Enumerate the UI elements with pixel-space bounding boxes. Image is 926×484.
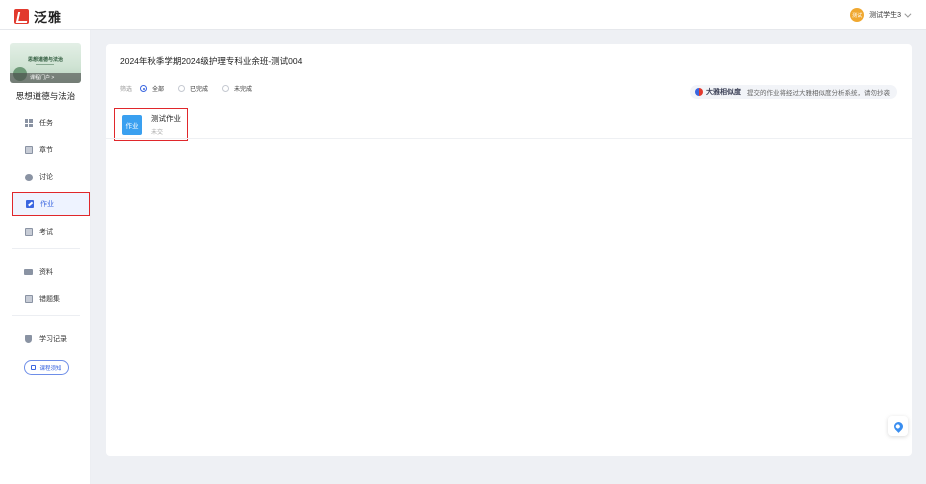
similarity-notice: 大雅相似度 提交的作业将经过大雅相似度分析系统，请勿抄袭	[690, 85, 897, 99]
cover-title: 思想道德与法治	[27, 57, 63, 63]
homework-title: 测试作业	[151, 114, 181, 123]
page-title: 2024年秋季学期2024级护理专科业余班-测试004	[120, 56, 303, 66]
filter-option-label: 全部	[152, 87, 165, 93]
homework-item[interactable]: 作业 测试作业 未交	[114, 108, 188, 141]
sidebar-item-label: 学习记录	[39, 336, 67, 343]
exam-icon	[24, 228, 33, 237]
course-notice-label: 课程须知	[39, 365, 62, 372]
pencil-icon	[25, 200, 34, 209]
sidebar-item-task[interactable]: 任务	[12, 113, 90, 133]
sidebar: 思想道德与法治 课程门户 > 思想道德与法治 任务 章节 讨论 作业 考试 资料…	[0, 30, 91, 484]
list-divider	[106, 138, 912, 139]
sidebar-item-label: 考试	[39, 229, 53, 236]
top-bar: 泛雅 测试 测试学生3	[0, 0, 926, 30]
sidebar-divider	[12, 315, 80, 316]
avatar: 测试	[850, 8, 865, 22]
sidebar-item-homework[interactable]: 作业	[12, 192, 90, 216]
logo-text: 泛雅	[34, 10, 63, 25]
grid-icon	[24, 119, 33, 128]
filter-option-label: 已完成	[190, 87, 209, 93]
sidebar-item-materials[interactable]: 资料	[12, 262, 90, 282]
sidebar-item-label: 任务	[39, 120, 53, 127]
assistant-button[interactable]	[888, 416, 908, 436]
filter-all-radio[interactable]: 全部	[140, 84, 164, 93]
filter-option-label: 未完成	[234, 87, 253, 93]
course-notice-button[interactable]: 课程须知	[24, 360, 69, 375]
sidebar-item-label: 讨论	[39, 174, 53, 181]
homework-status: 未交	[151, 130, 164, 136]
cover-divider	[36, 64, 54, 65]
sidebar-item-chapter[interactable]: 章节	[12, 140, 90, 160]
chat-icon	[24, 173, 33, 182]
homework-icon: 作业	[122, 114, 142, 135]
chevron-down-icon	[904, 10, 912, 18]
notice-icon	[31, 365, 37, 370]
similarity-text: 提交的作业将经过大雅相似度分析系统，请勿抄袭	[747, 90, 890, 97]
sidebar-item-mistakes[interactable]: 错题集	[12, 289, 90, 309]
notebook-icon	[24, 295, 33, 304]
similarity-brand: 大雅相似度	[706, 89, 741, 96]
sidebar-item-label: 错题集	[39, 296, 60, 303]
filter-incomplete-radio[interactable]: 未完成	[222, 84, 252, 93]
sidebar-item-discussion[interactable]: 讨论	[12, 167, 90, 187]
similarity-logo-icon	[695, 88, 703, 96]
user-menu[interactable]: 测试 测试学生3	[850, 8, 912, 22]
sidebar-item-exam[interactable]: 考试	[12, 222, 90, 242]
radio-dot	[140, 85, 148, 92]
radio-dot	[178, 85, 186, 92]
sidebar-item-study-record[interactable]: 学习记录	[12, 329, 90, 349]
course-name: 思想道德与法治	[15, 91, 76, 101]
logo-icon	[14, 9, 29, 24]
shield-icon	[24, 335, 33, 344]
folder-icon	[24, 268, 33, 277]
filter-label: 筛选	[120, 87, 133, 93]
radio-dot	[222, 85, 230, 92]
app-logo[interactable]: 泛雅	[14, 7, 62, 26]
course-portal-link[interactable]: 课程门户 >	[10, 73, 81, 83]
user-name: 测试学生3	[869, 12, 901, 19]
sidebar-item-label: 资料	[39, 269, 53, 276]
filter-bar: 筛选 全部 已完成 未完成	[120, 84, 266, 93]
chapter-icon	[24, 146, 33, 155]
assistant-icon	[891, 419, 905, 433]
sidebar-item-label: 作业	[40, 201, 54, 208]
sidebar-item-label: 章节	[39, 147, 53, 154]
filter-completed-radio[interactable]: 已完成	[178, 84, 208, 93]
homework-text: 测试作业 未交	[151, 113, 181, 136]
sidebar-divider	[12, 248, 80, 249]
main-panel: 2024年秋季学期2024级护理专科业余班-测试004 筛选 全部 已完成 未完…	[106, 44, 912, 456]
